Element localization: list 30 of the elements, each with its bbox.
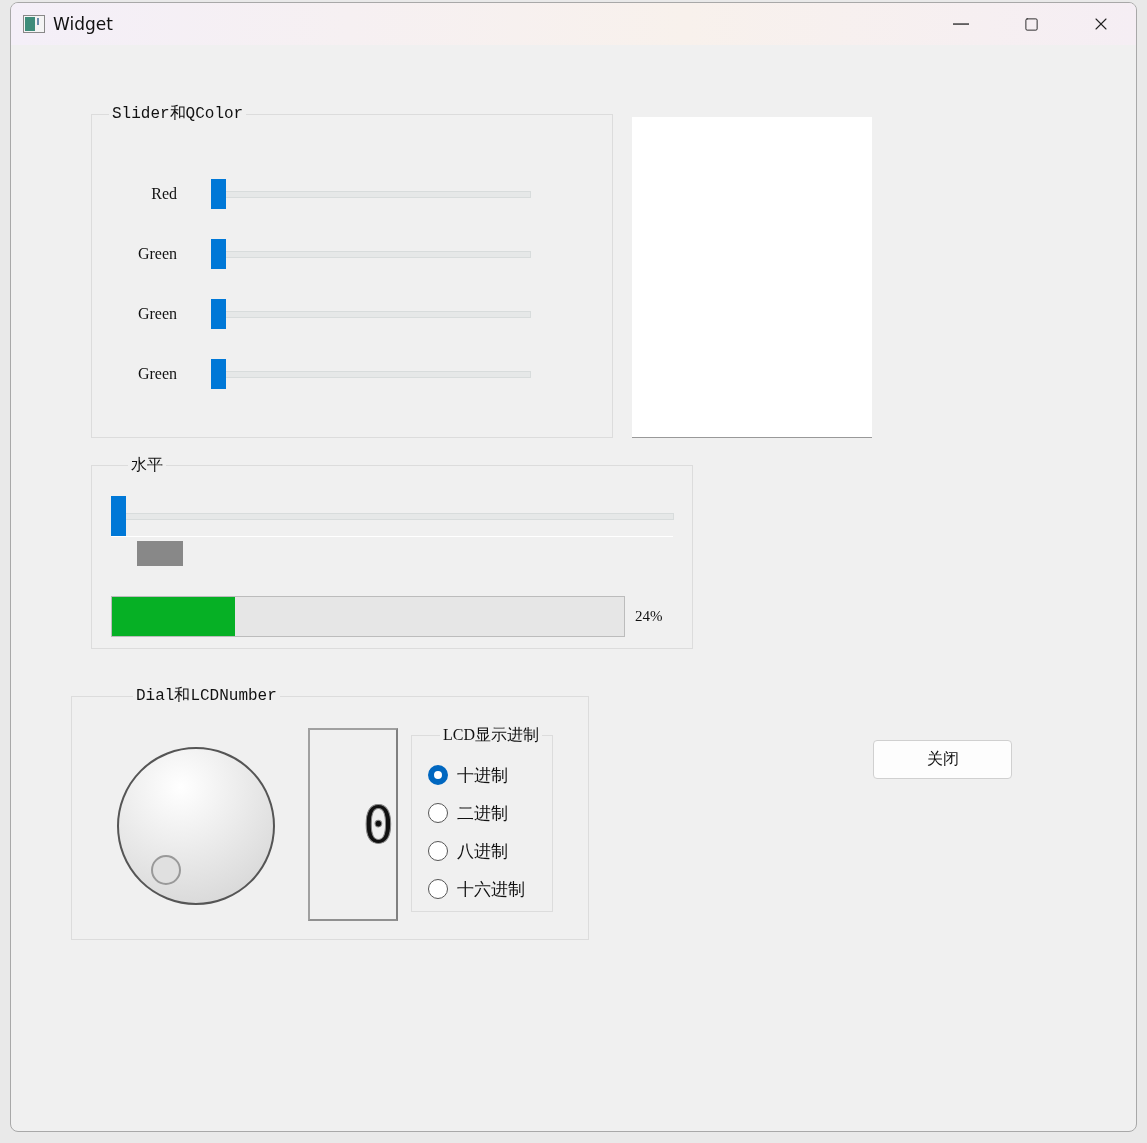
group-title: LCD显示进制 xyxy=(442,726,540,744)
radio-icon[interactable] xyxy=(428,765,448,785)
radio-option[interactable]: 二进制 xyxy=(428,794,552,832)
group-title: Slider和QColor xyxy=(111,105,245,123)
app-icon xyxy=(23,15,45,33)
radio-option[interactable]: 十六进制 xyxy=(428,870,552,908)
group-title: 水平 xyxy=(130,456,164,474)
radio-option[interactable]: 八进制 xyxy=(428,832,552,870)
progress-text: 24% xyxy=(635,608,663,625)
slider-label: Red xyxy=(150,185,177,203)
slider-label: Green xyxy=(136,305,177,323)
slider-thumb[interactable] xyxy=(211,239,226,269)
radio-option[interactable]: 十进制 xyxy=(428,756,552,794)
slider-label: Green xyxy=(136,245,177,263)
dial-knob[interactable] xyxy=(116,746,278,908)
radio-icon[interactable] xyxy=(428,879,448,899)
minimize-icon xyxy=(953,23,969,25)
slider-thumb[interactable] xyxy=(211,179,226,209)
radio-icon[interactable] xyxy=(428,803,448,823)
radio-icon[interactable] xyxy=(428,841,448,861)
slider-thumb[interactable] xyxy=(211,299,226,329)
scroll-thumb[interactable] xyxy=(137,540,183,566)
slider-thumb[interactable] xyxy=(111,496,126,536)
slider-label: Green xyxy=(136,365,177,383)
lcd-digit: 0 xyxy=(362,798,394,851)
maximize-icon xyxy=(1023,16,1039,32)
window-title: Widget xyxy=(53,14,114,34)
slider-thumb[interactable] xyxy=(211,359,226,389)
group-title: Dial和LCDNumber xyxy=(135,687,278,705)
close-dialog-button[interactable]: 关闭 xyxy=(873,740,1012,779)
